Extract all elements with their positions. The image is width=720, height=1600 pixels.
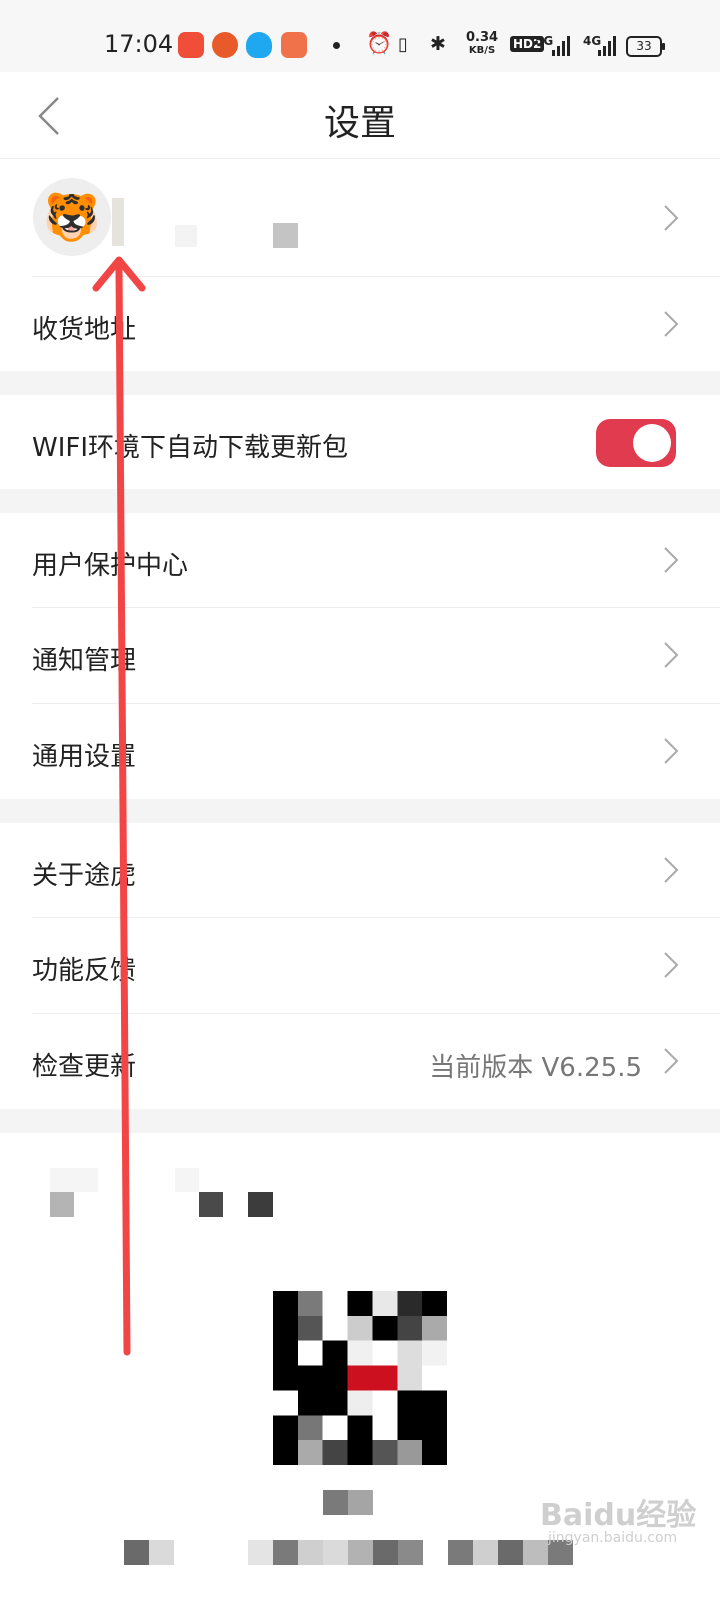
bluetooth-icon: ✱ (430, 33, 446, 55)
chevron-right-icon (664, 547, 679, 573)
toggle-knob (633, 424, 671, 462)
network-speed-unit: KB/S (468, 45, 496, 56)
chevron-right-icon (664, 952, 679, 978)
network-speed-value: 0.34 (466, 30, 499, 45)
weibo-icon (178, 32, 204, 58)
qr-code-redacted (273, 1291, 447, 1465)
page-title: 设置 (323, 103, 396, 144)
annotation-arrow-icon (92, 256, 146, 1356)
app-icon (281, 32, 307, 58)
status-bar: 17:04 ⏰ ▯ ✱ 0.34 KB/S HD2 5G 4G 33 (0, 0, 720, 72)
network-speed: 0.34 KB/S (466, 31, 498, 57)
alarm-icon: ⏰ (366, 31, 393, 55)
chevron-right-icon (664, 857, 679, 883)
battery-icon: 33 (626, 36, 665, 57)
notification-dot-icon (333, 42, 340, 49)
signal-5g-label: 5G (535, 34, 554, 48)
watermark-url: jingyan.baidu.com (548, 1530, 678, 1546)
current-version: 当前版本 V6.25.5 (429, 1053, 642, 1083)
chevron-right-icon (664, 642, 679, 668)
username-redacted (112, 198, 124, 246)
username-redacted (175, 225, 197, 247)
vibrate-icon: ▯ (398, 34, 408, 55)
status-time: 17:04 (104, 30, 174, 58)
chevron-right-icon (664, 738, 679, 764)
game-icon (212, 32, 238, 58)
chevron-right-icon (664, 1048, 679, 1074)
username-redacted (273, 223, 298, 248)
signal-bars-2-icon (598, 34, 620, 56)
chevron-right-icon (664, 311, 679, 337)
signal-bars-icon (552, 34, 574, 56)
tiger-avatar-icon: 🐯 (43, 189, 101, 244)
watermark: Baidu经验 (540, 1498, 697, 1533)
header: 设置 (0, 72, 720, 159)
wifi-auto-download-toggle[interactable] (596, 419, 676, 467)
chevron-right-icon (664, 205, 679, 231)
qq-icon (246, 32, 272, 58)
